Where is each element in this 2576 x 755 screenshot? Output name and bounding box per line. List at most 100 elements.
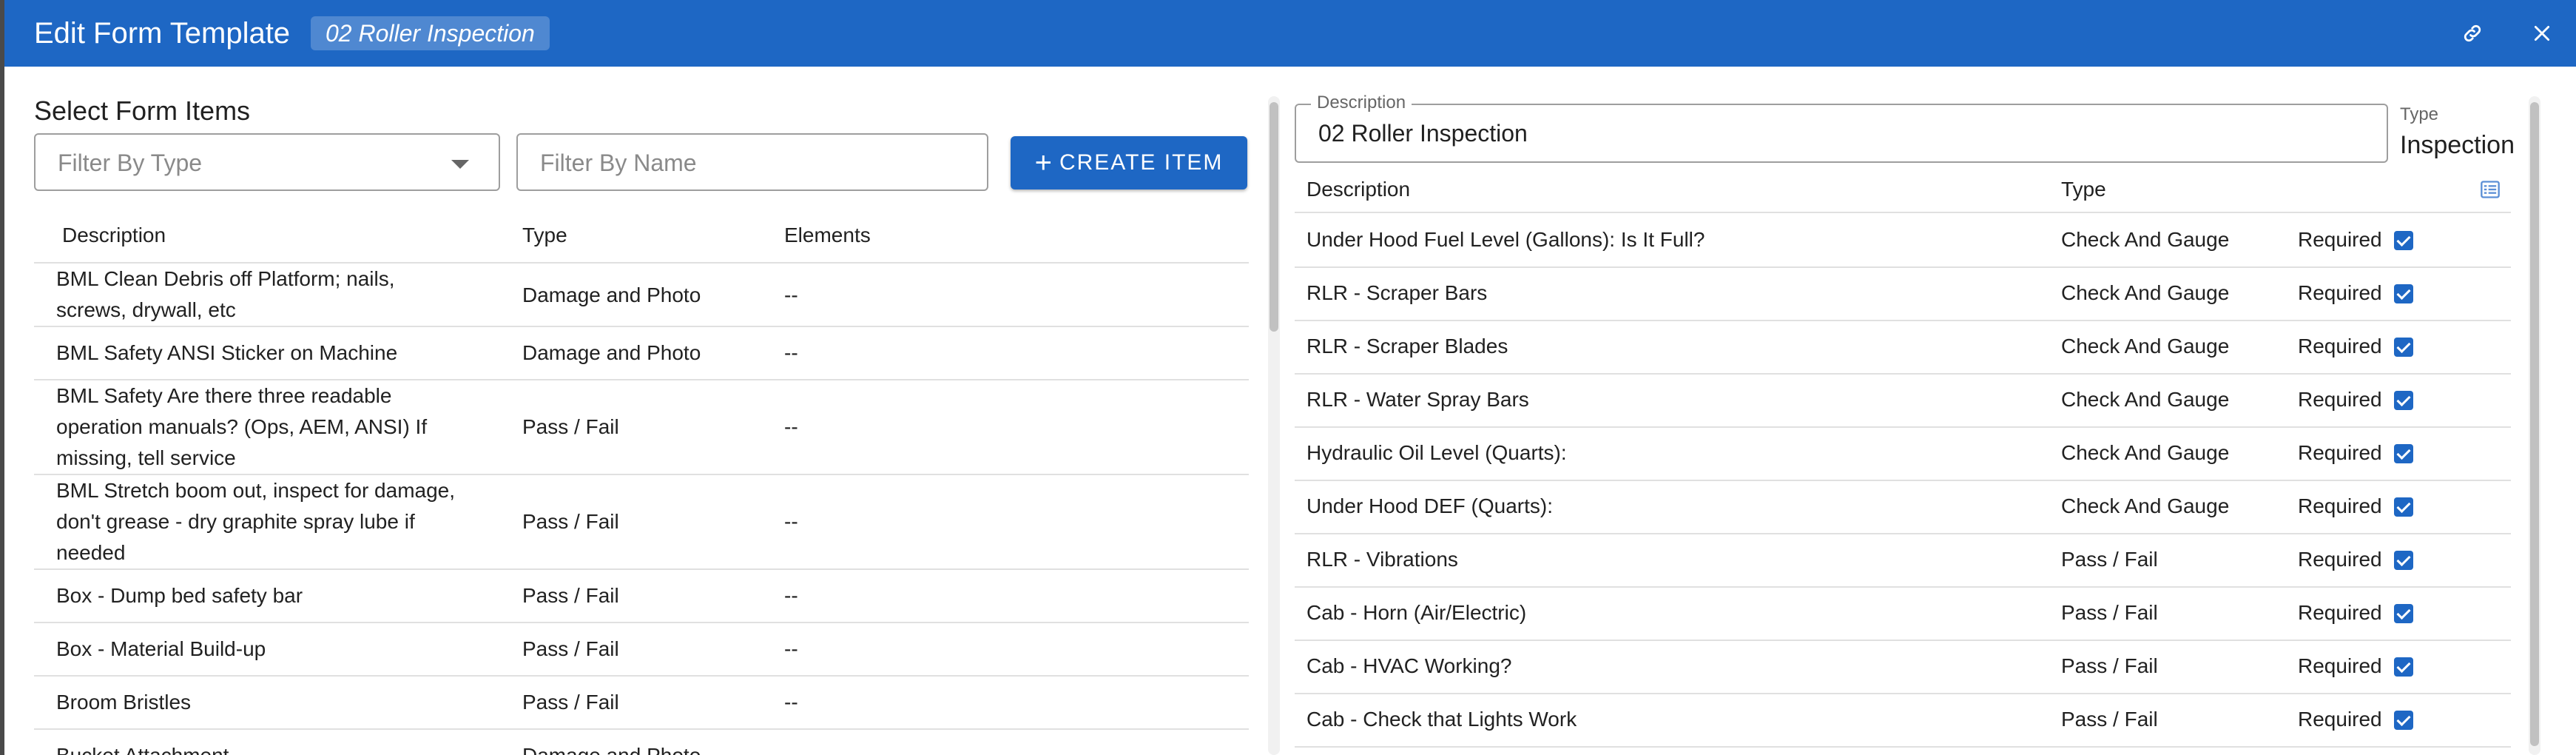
required-label: Required [2298, 708, 2382, 731]
required-checkbox[interactable] [2394, 338, 2413, 357]
template-items-panel: Description Type Inspection Description … [1295, 92, 2552, 755]
row-elements: -- [784, 691, 798, 714]
row-elements: -- [784, 341, 798, 364]
required-label: Required [2298, 228, 2382, 251]
item-type: Pass / Fail [2061, 708, 2158, 731]
item-type: Pass / Fail [2061, 654, 2158, 677]
template-item-row[interactable]: Cab - HVAC Working? Pass / Fail Required [1295, 641, 2511, 694]
template-items-header: Description Type [1295, 166, 2511, 213]
table-row[interactable]: BML Safety ANSI Sticker on Machine Damag… [34, 327, 1249, 380]
item-type: Check And Gauge [2061, 441, 2230, 464]
table-row[interactable]: Bucket Attachment Damage and Photo [34, 730, 1249, 755]
column-header-description[interactable]: Description [1306, 176, 1410, 203]
table-row[interactable]: Box - Material Build-up Pass / Fail -- [34, 623, 1249, 677]
filter-by-type-select[interactable]: Filter By Type [34, 133, 500, 191]
required-label: Required [2298, 441, 2382, 464]
column-header-type[interactable]: Type [522, 222, 567, 249]
required-checkbox[interactable] [2394, 711, 2413, 730]
row-type: Damage and Photo [522, 283, 701, 306]
row-type: Pass / Fail [522, 510, 619, 533]
required-checkbox[interactable] [2394, 231, 2413, 250]
required-checkbox[interactable] [2394, 551, 2413, 570]
required-checkbox[interactable] [2394, 284, 2413, 303]
item-type: Check And Gauge [2061, 494, 2230, 517]
chevron-down-icon[interactable] [451, 160, 469, 169]
template-item-row[interactable]: Cab - Horn (Air/Electric) Pass / Fail Re… [1295, 588, 2511, 641]
plus-icon: + [1034, 147, 1053, 179]
row-type: Damage and Photo [522, 341, 701, 364]
item-description: Hydraulic Oil Level (Quarts): [1306, 441, 1567, 464]
create-item-button[interactable]: + CREATE ITEM [1011, 136, 1247, 189]
template-type-label: Type [2400, 104, 2439, 124]
item-type: Pass / Fail [2061, 548, 2158, 571]
filter-by-name-input[interactable] [540, 148, 962, 178]
right-scrollbar-thumb[interactable] [2530, 102, 2539, 746]
close-icon[interactable] [2526, 17, 2558, 50]
template-item-row[interactable]: Under Hood DEF (Quarts): Check And Gauge… [1295, 481, 2511, 534]
required-checkbox[interactable] [2394, 657, 2413, 677]
template-type-value: Inspection [2400, 131, 2515, 159]
table-row[interactable]: BML Stretch boom out, inspect for damage… [34, 475, 1249, 570]
template-item-row[interactable]: RLR - Vibrations Pass / Fail Required [1295, 534, 2511, 588]
item-description: Cab - HVAC Working? [1306, 654, 1512, 677]
row-elements: -- [784, 584, 798, 607]
column-header-description[interactable]: Description [62, 222, 166, 249]
create-item-label: CREATE ITEM [1059, 150, 1224, 175]
template-item-row[interactable]: RLR - Scraper Bars Check And Gauge Requi… [1295, 268, 2511, 321]
template-item-row[interactable]: Hydraulic Oil Level (Quarts): Check And … [1295, 428, 2511, 481]
required-checkbox[interactable] [2394, 391, 2413, 410]
item-description: RLR - Water Spray Bars [1306, 388, 1529, 411]
link-icon[interactable] [2456, 17, 2489, 50]
row-description: BML Safety Are there three readable oper… [56, 384, 428, 469]
row-elements: -- [784, 637, 798, 660]
left-scrollbar[interactable] [1268, 96, 1280, 755]
filter-by-name-field[interactable] [516, 133, 988, 191]
template-description-field[interactable]: Description [1295, 92, 2388, 163]
item-description: Cab - Check that Lights Work [1306, 708, 1577, 731]
row-description: Bucket Attachment [56, 740, 471, 755]
table-row[interactable]: Box - Dump bed safety bar Pass / Fail -- [34, 570, 1249, 623]
template-description-label: Description [1311, 92, 1412, 114]
row-description: Box - Material Build-up [56, 637, 266, 660]
template-item-row[interactable]: RLR - Scraper Blades Check And Gauge Req… [1295, 321, 2511, 375]
required-checkbox[interactable] [2394, 604, 2413, 623]
required-checkbox[interactable] [2394, 497, 2413, 517]
item-description: Cab - Horn (Air/Electric) [1306, 601, 1527, 624]
template-item-row[interactable]: Under Hood Fuel Level (Gallons): Is It F… [1295, 215, 2511, 268]
left-scrollbar-thumb[interactable] [1270, 102, 1278, 332]
item-type: Check And Gauge [2061, 388, 2230, 411]
column-header-elements[interactable]: Elements [784, 222, 871, 249]
template-description-input[interactable] [1318, 120, 2354, 147]
table-row[interactable]: Broom Bristles Pass / Fail -- [34, 677, 1249, 730]
table-row[interactable]: BML Safety Are there three readable oper… [34, 380, 1249, 475]
row-type: Pass / Fail [522, 415, 619, 438]
row-description: Box - Dump bed safety bar [56, 584, 303, 607]
row-description: BML Clean Debris off Platform; nails, sc… [56, 267, 395, 321]
required-checkbox[interactable] [2394, 444, 2413, 463]
list-view-icon[interactable] [2480, 179, 2501, 200]
template-type-field: Type Inspection [2400, 104, 2515, 161]
row-type: Pass / Fail [522, 637, 619, 660]
row-description: BML Safety ANSI Sticker on Machine [56, 341, 398, 364]
row-type: Pass / Fail [522, 691, 619, 714]
item-description: Under Hood DEF (Quarts): [1306, 494, 1553, 517]
template-item-row[interactable]: RLR - Water Spray Bars Check And Gauge R… [1295, 375, 2511, 428]
right-scrollbar[interactable] [2529, 96, 2540, 755]
row-type: Damage and Photo [522, 740, 701, 755]
row-description: Broom Bristles [56, 691, 192, 714]
required-label: Required [2298, 335, 2382, 358]
template-items-list: Under Hood Fuel Level (Gallons): Is It F… [1295, 215, 2511, 748]
row-elements: -- [784, 510, 798, 533]
table-row[interactable]: BML Clean Debris off Platform; nails, sc… [34, 264, 1249, 327]
item-description: Under Hood Fuel Level (Gallons): Is It F… [1306, 228, 1705, 251]
item-description: RLR - Scraper Bars [1306, 281, 1488, 304]
required-label: Required [2298, 601, 2382, 624]
form-items-table-header: Description Type Elements [34, 207, 1249, 264]
template-item-row[interactable]: Cab - Check that Lights Work Pass / Fail… [1295, 694, 2511, 748]
required-label: Required [2298, 654, 2382, 677]
column-header-type[interactable]: Type [2061, 176, 2106, 203]
required-label: Required [2298, 548, 2382, 571]
select-form-items-heading: Select Form Items [34, 95, 251, 126]
row-type: Pass / Fail [522, 584, 619, 607]
dialog-title: Edit Form Template [34, 17, 291, 50]
